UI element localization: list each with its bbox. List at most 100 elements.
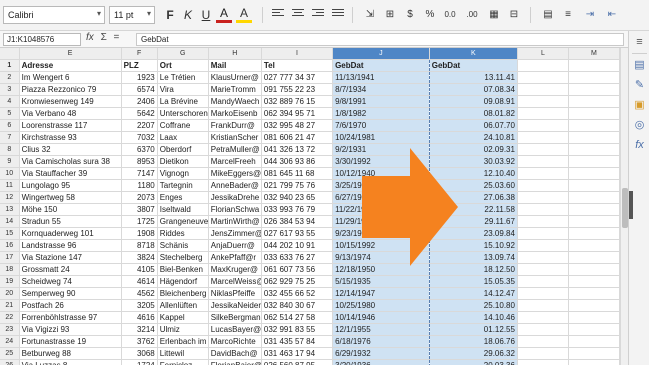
- cell-g[interactable]: Le Trétien: [157, 71, 209, 84]
- cell-m[interactable]: [568, 251, 621, 264]
- increase-indent-icon[interactable]: ⇥: [582, 7, 598, 23]
- row-header[interactable]: 4: [0, 95, 20, 108]
- cell-m[interactable]: [568, 287, 621, 300]
- cell-i[interactable]: 032 991 83 55: [261, 323, 334, 336]
- cell-e[interactable]: Adresse: [19, 59, 122, 72]
- cell-h[interactable]: MaxKruger@: [208, 263, 262, 276]
- cell-g[interactable]: Dietikon: [157, 155, 209, 168]
- row-header[interactable]: 8: [0, 143, 20, 156]
- cell-f[interactable]: 3205: [121, 299, 158, 312]
- cell-h[interactable]: KlausUrner@: [208, 71, 262, 84]
- cell-j[interactable]: 5/15/1935: [332, 275, 430, 288]
- cell-e[interactable]: Fortunastrasse 19: [19, 335, 122, 348]
- cell-m[interactable]: [568, 311, 621, 324]
- cell-f[interactable]: 3762: [121, 335, 158, 348]
- row-header[interactable]: 7: [0, 131, 20, 144]
- cell-k[interactable]: 15.05.35: [429, 275, 518, 288]
- cell-e[interactable]: Semperweg 90: [19, 287, 122, 300]
- cell-h[interactable]: JessikaNeider: [208, 299, 262, 312]
- cell-h[interactable]: DavidBach@: [208, 347, 262, 360]
- cell-m[interactable]: [568, 323, 621, 336]
- cell-j[interactable]: 8/7/1934: [332, 83, 430, 96]
- row-header[interactable]: 15: [0, 227, 20, 240]
- cell-e[interactable]: Im Wengert 6: [19, 71, 122, 84]
- cell-l[interactable]: [517, 203, 569, 216]
- cell-i[interactable]: 041 326 13 72: [261, 143, 334, 156]
- cell-e[interactable]: Postfach 26: [19, 299, 122, 312]
- cell-g[interactable]: Riddes: [157, 227, 209, 240]
- cell-h[interactable]: MartinWirth@: [208, 215, 262, 228]
- cell-h[interactable]: MarcelFreeh: [208, 155, 262, 168]
- cell-i[interactable]: 032 455 66 52: [261, 287, 334, 300]
- wrap-text-icon[interactable]: ⇲: [362, 7, 378, 23]
- column-header-j[interactable]: J: [332, 48, 430, 60]
- row-header[interactable]: 11: [0, 179, 20, 192]
- cell-h[interactable]: JessikaDrehe: [208, 191, 262, 204]
- cell-k[interactable]: 14.10.46: [429, 311, 518, 324]
- italic-button[interactable]: K: [180, 7, 196, 23]
- cell-f[interactable]: 4616: [121, 311, 158, 324]
- cell-f[interactable]: 1923: [121, 71, 158, 84]
- cell-l[interactable]: [517, 347, 569, 360]
- cell-m[interactable]: [568, 215, 621, 228]
- cell-k[interactable]: 06.07.70: [429, 119, 518, 132]
- cell-g[interactable]: Erlenbach im: [157, 335, 209, 348]
- cell-f[interactable]: 2073: [121, 191, 158, 204]
- font-color-button[interactable]: A: [216, 7, 232, 23]
- cell-j[interactable]: 11/13/1941: [332, 71, 430, 84]
- cell-k[interactable]: 29.06.32: [429, 347, 518, 360]
- cell-j[interactable]: 10/24/1981: [332, 131, 430, 144]
- cell-e[interactable]: Via Camischolas sura 38: [19, 155, 122, 168]
- row-header[interactable]: 14: [0, 215, 20, 228]
- cell-k[interactable]: 07.08.34: [429, 83, 518, 96]
- row-header[interactable]: 10: [0, 167, 20, 180]
- cell-m[interactable]: [568, 131, 621, 144]
- cell-l[interactable]: [517, 95, 569, 108]
- cell-h[interactable]: MandyWaech: [208, 95, 262, 108]
- equals-icon[interactable]: =: [114, 32, 120, 43]
- cell-e[interactable]: Via Verbano 48: [19, 107, 122, 120]
- row-header[interactable]: 17: [0, 251, 20, 264]
- cell-m[interactable]: [568, 83, 621, 96]
- cell-m[interactable]: [568, 59, 621, 72]
- cell-f[interactable]: 6574: [121, 83, 158, 96]
- cell-j[interactable]: 6/29/1932: [332, 347, 430, 360]
- row-header[interactable]: 20: [0, 287, 20, 300]
- cell-l[interactable]: [517, 263, 569, 276]
- cell-h[interactable]: PetraMuller@: [208, 143, 262, 156]
- cell-l[interactable]: [517, 119, 569, 132]
- cell-l[interactable]: [517, 59, 569, 72]
- row-header[interactable]: 5: [0, 107, 20, 120]
- cell-g[interactable]: Unterschoren: [157, 107, 209, 120]
- column-header-g[interactable]: G: [157, 48, 209, 60]
- column-header-k[interactable]: K: [429, 48, 518, 60]
- cell-g[interactable]: Schänis: [157, 239, 209, 252]
- cell-m[interactable]: [568, 275, 621, 288]
- highlight-button[interactable]: A: [236, 7, 252, 23]
- row-header[interactable]: 3: [0, 83, 20, 96]
- cell-e[interactable]: Kornquaderweg 101: [19, 227, 122, 240]
- cell-g[interactable]: Vira: [157, 83, 209, 96]
- cell-f[interactable]: 5642: [121, 107, 158, 120]
- cell-m[interactable]: [568, 359, 621, 365]
- cell-i[interactable]: 031 435 57 84: [261, 335, 334, 348]
- cell-i[interactable]: 027 777 34 37: [261, 71, 334, 84]
- cell-m[interactable]: [568, 179, 621, 192]
- properties-icon[interactable]: ▤: [632, 58, 647, 73]
- column-header-m[interactable]: M: [568, 48, 621, 60]
- cell-l[interactable]: [517, 179, 569, 192]
- cell-g[interactable]: Allenlüften: [157, 299, 209, 312]
- cell-g[interactable]: Littewil: [157, 347, 209, 360]
- cell-l[interactable]: [517, 167, 569, 180]
- row-header[interactable]: 23: [0, 323, 20, 336]
- cell-l[interactable]: [517, 191, 569, 204]
- conditional-format-icon[interactable]: ▤: [540, 7, 556, 23]
- font-size-select[interactable]: 11 pt ▾: [109, 6, 155, 24]
- cell-m[interactable]: [568, 239, 621, 252]
- number-format-icon[interactable]: 0.0: [442, 7, 458, 23]
- cell-k[interactable]: 18.06.76: [429, 335, 518, 348]
- cell-f[interactable]: 4105: [121, 263, 158, 276]
- cell-i[interactable]: 032 840 30 67: [261, 299, 334, 312]
- cell-h[interactable]: AnjaDuerr@: [208, 239, 262, 252]
- cell-e[interactable]: Betburweg 88: [19, 347, 122, 360]
